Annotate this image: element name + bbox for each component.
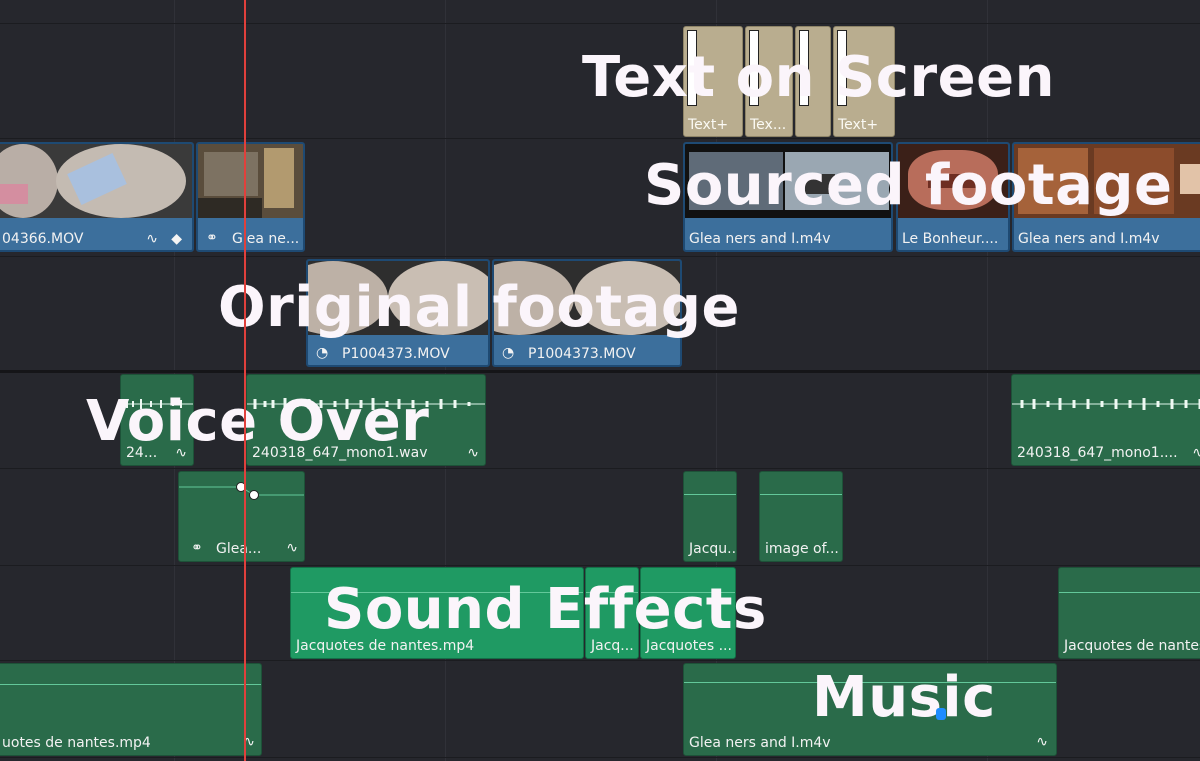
overlay-label-sound-effects: Sound Effects <box>324 577 767 642</box>
clip-label: Tex... <box>750 117 787 133</box>
video-audio-divider <box>0 370 1200 373</box>
clip-label: Jacqu... <box>689 541 737 557</box>
clip-label: Glea... <box>216 541 262 557</box>
video-clip[interactable]: ⚭ Glea ne... <box>196 142 305 252</box>
clip-label: Text+ <box>688 117 729 133</box>
clip-label: image of... <box>765 541 839 557</box>
overlay-label-music: Music <box>812 665 996 730</box>
clip-label: P1004373.MOV <box>342 346 450 362</box>
video-clip[interactable]: 04366.MOV ∿ ◆ <box>0 142 194 252</box>
clip-label: uotes de nantes.mp4 <box>2 735 151 751</box>
clip-label: Glea ne... <box>232 231 300 247</box>
clip-label: Glea ners and I.m4v <box>689 231 831 247</box>
volume-line <box>684 494 736 495</box>
audio-clip[interactable]: 240318_647_mono1.... ∿ <box>1011 374 1200 466</box>
overlay-label-text-on-screen: Text on Screen <box>582 45 1055 110</box>
clip-label: Text+ <box>838 117 879 133</box>
volume-line <box>0 684 261 685</box>
overlay-label-sourced-footage: Sourced footage <box>644 153 1173 218</box>
track-divider <box>0 138 1200 139</box>
track-divider <box>0 256 1200 257</box>
curve-icon: ∿ <box>1036 734 1048 750</box>
clip-thumbnail <box>0 144 192 218</box>
overlay-label-original-footage: Original footage <box>218 275 740 340</box>
speed-icon: ◔ <box>316 345 329 361</box>
curve-icon: ∿ <box>1192 446 1200 460</box>
volume-line <box>1059 592 1200 593</box>
link-icon: ⚭ <box>191 540 203 556</box>
overlay-label-voice-over: Voice Over <box>86 389 430 454</box>
track-divider <box>0 660 1200 661</box>
clip-thumbnail <box>198 144 303 218</box>
clip-label: P1004373.MOV <box>528 346 636 362</box>
cursor-marker <box>936 708 946 720</box>
curve-icon: ∿ <box>467 445 479 461</box>
keyframe-icon: ◆ <box>171 231 182 247</box>
clip-label: 240318_647_mono1.... <box>1017 445 1178 461</box>
audio-clip[interactable]: Jacqu... <box>683 471 737 562</box>
grid-line <box>987 0 988 761</box>
audio-clip[interactable]: ⚭ Glea... ∿ <box>178 471 305 562</box>
clip-label: Le Bonheur.... <box>902 231 999 247</box>
playhead[interactable] <box>244 0 246 761</box>
volume-curve <box>179 482 304 500</box>
track-divider <box>0 757 1200 758</box>
curve-icon: ∿ <box>286 540 298 556</box>
audio-clip[interactable]: uotes de nantes.mp4 ∿ <box>0 663 262 756</box>
clip-label: Jacquotes de nantes <box>1064 638 1200 654</box>
clip-label: Glea ners and I.m4v <box>1018 231 1160 247</box>
waveform <box>1012 398 1200 410</box>
clip-label: Glea ners and I.m4v <box>689 735 831 751</box>
speed-icon: ◔ <box>502 345 515 361</box>
link-icon: ⚭ <box>206 230 218 246</box>
audio-clip[interactable]: Jacquotes de nantes <box>1058 567 1200 659</box>
track-divider <box>0 565 1200 566</box>
clip-label: 04366.MOV <box>2 231 84 247</box>
volume-line <box>760 494 842 495</box>
curve-icon: ∿ <box>146 231 158 247</box>
track-divider <box>0 23 1200 24</box>
audio-clip[interactable]: image of... <box>759 471 843 562</box>
track-divider <box>0 468 1200 469</box>
